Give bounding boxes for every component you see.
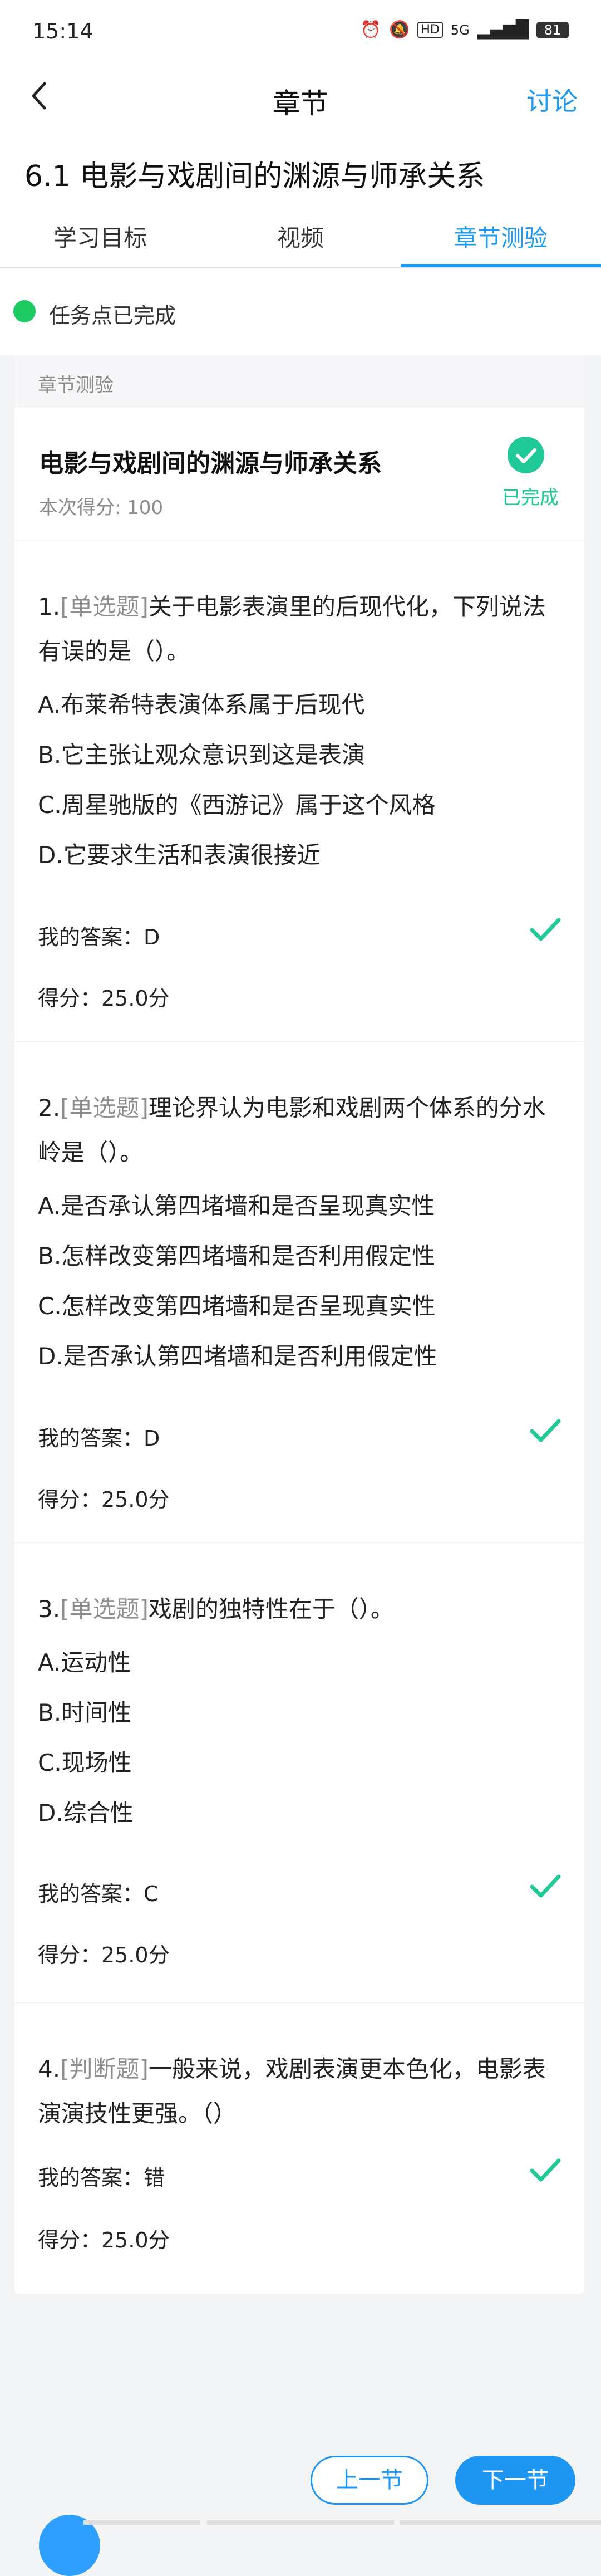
network-type: 5G bbox=[450, 22, 470, 38]
status-time: 15:14 bbox=[32, 19, 93, 43]
question-stem: 2.[单选题]理论界认为电影和戏剧两个体系的分水岭是（）。 bbox=[38, 1086, 555, 1175]
question-1: 1.[单选题]关于电影表演里的后现代化，下列说法有误的是（）。 A.布莱希特表演… bbox=[14, 540, 584, 1042]
active-tab-indicator bbox=[401, 264, 601, 267]
signal-icon: ▂▄▆█ bbox=[477, 20, 529, 40]
question-stem: 3.[单选题]戏剧的独特性在于（）。 bbox=[38, 1587, 555, 1632]
completed-check-icon bbox=[508, 437, 544, 473]
question-score: 得分：25.0分 bbox=[38, 986, 170, 1011]
quiz-card: 章节测验 电影与戏剧间的渊源与师承关系 本次得分: 100 已完成 1.[单选题… bbox=[14, 356, 584, 2294]
question-2: 2.[单选题]理论界认为电影和戏剧两个体系的分水岭是（）。 A.是否承认第四堵墙… bbox=[14, 1041, 584, 1543]
chapter-title: 6.1 电影与戏剧间的渊源与师承关系 bbox=[24, 160, 485, 193]
option-b: B.它主张让观众意识到这是表演 bbox=[38, 741, 366, 768]
battery-level: 81 bbox=[536, 21, 569, 38]
question-type: [单选题] bbox=[60, 1595, 149, 1623]
status-icons: ⏰ 🔕 HD 5G ▂▄▆█ 81 bbox=[361, 20, 569, 40]
option-d: D.是否承认第四堵墙和是否利用假定性 bbox=[38, 1343, 437, 1370]
tab-video[interactable]: 视频 bbox=[200, 219, 401, 253]
option-c: C.现场性 bbox=[38, 1749, 132, 1776]
home-indicator-segment bbox=[207, 2520, 394, 2525]
previous-section-button[interactable]: 上一节 bbox=[311, 2456, 428, 2505]
tab-learning-goals[interactable]: 学习目标 bbox=[0, 219, 200, 253]
my-answer: 我的答案：D bbox=[38, 1426, 160, 1451]
my-answer: 我的答案：错 bbox=[38, 2166, 165, 2190]
home-indicator-segment bbox=[83, 2520, 200, 2525]
completed-dot-icon bbox=[13, 300, 36, 322]
option-c: C.怎样改变第四堵墙和是否呈现真实性 bbox=[38, 1292, 436, 1320]
mute-icon: 🔕 bbox=[388, 20, 410, 40]
correct-check-icon bbox=[529, 1870, 562, 1903]
nav-title: 章节 bbox=[273, 87, 328, 120]
question-text: 戏剧的独特性在于（）。 bbox=[148, 1595, 394, 1623]
option-a: A.运动性 bbox=[38, 1649, 131, 1676]
my-answer: 我的答案：C bbox=[38, 1882, 159, 1906]
question-stem: 4.[判断题]一般来说，戏剧表演更本色化，电影表演演技性更强。（） bbox=[38, 2047, 555, 2136]
quiz-summary: 电影与戏剧间的渊源与师承关系 本次得分: 100 已完成 bbox=[14, 407, 584, 541]
option-b: B.时间性 bbox=[38, 1699, 132, 1726]
alarm-icon: ⏰ bbox=[360, 20, 381, 40]
option-c: C.周星驰版的《西游记》属于这个风格 bbox=[38, 791, 436, 819]
chapter-tabs: 学习目标 视频 章节测验 bbox=[0, 203, 601, 268]
option-b: B.怎样改变第四堵墙和是否利用假定性 bbox=[38, 1242, 436, 1270]
chapter-header: 6.1 电影与戏剧间的渊源与师承关系 bbox=[0, 129, 601, 203]
question-score: 得分：25.0分 bbox=[38, 1487, 170, 1512]
hd-icon: HD bbox=[417, 22, 443, 38]
question-number: 2. bbox=[38, 1094, 61, 1122]
question-score: 得分：25.0分 bbox=[38, 2228, 170, 2252]
question-3: 3.[单选题]戏剧的独特性在于（）。 A.运动性 B.时间性 C.现场性 D.综… bbox=[14, 1542, 584, 2003]
task-status-text: 任务点已完成 bbox=[49, 303, 176, 328]
my-answer: 我的答案：D bbox=[38, 925, 160, 949]
option-a: A.是否承认第四堵墙和是否呈现真实性 bbox=[38, 1192, 435, 1220]
quiz-score: 本次得分: 100 bbox=[39, 497, 164, 519]
option-d: D.综合性 bbox=[38, 1799, 134, 1826]
next-section-button[interactable]: 下一节 bbox=[455, 2456, 575, 2505]
status-bar: 15:14 ⏰ 🔕 HD 5G ▂▄▆█ 81 bbox=[0, 0, 601, 62]
question-stem: 1.[单选题]关于电影表演里的后现代化，下列说法有误的是（）。 bbox=[38, 585, 555, 674]
task-status: 任务点已完成 bbox=[0, 268, 601, 355]
question-score: 得分：25.0分 bbox=[38, 1943, 170, 1967]
discussion-button[interactable]: 讨论 bbox=[526, 81, 578, 118]
nav-bar: 章节 讨论 bbox=[0, 62, 601, 129]
question-type: [单选题] bbox=[60, 1094, 149, 1122]
bottom-navigation: 上一节 下一节 bbox=[0, 2422, 601, 2576]
correct-check-icon bbox=[529, 1414, 562, 1448]
quiz-section-header: 章节测验 bbox=[14, 356, 584, 407]
question-number: 3. bbox=[38, 1595, 61, 1623]
question-type: [单选题] bbox=[60, 593, 149, 620]
question-number: 1. bbox=[38, 593, 61, 620]
quiz-title: 电影与戏剧间的渊源与师承关系 bbox=[39, 449, 382, 478]
question-4: 4.[判断题]一般来说，戏剧表演更本色化，电影表演演技性更强。（） 我的答案：错… bbox=[14, 2002, 584, 2294]
home-indicator-segment bbox=[400, 2520, 601, 2525]
tab-chapter-quiz[interactable]: 章节测验 bbox=[401, 219, 601, 253]
option-d: D.它要求生活和表演很接近 bbox=[38, 841, 321, 869]
correct-check-icon bbox=[529, 913, 562, 947]
correct-check-icon bbox=[529, 2154, 562, 2187]
quiz-section-label: 章节测验 bbox=[38, 374, 114, 396]
question-number: 4. bbox=[38, 2055, 61, 2083]
completed-label: 已完成 bbox=[502, 487, 559, 509]
option-a: A.布莱希特表演体系属于后现代 bbox=[38, 691, 365, 718]
question-type: [判断题] bbox=[60, 2055, 149, 2083]
